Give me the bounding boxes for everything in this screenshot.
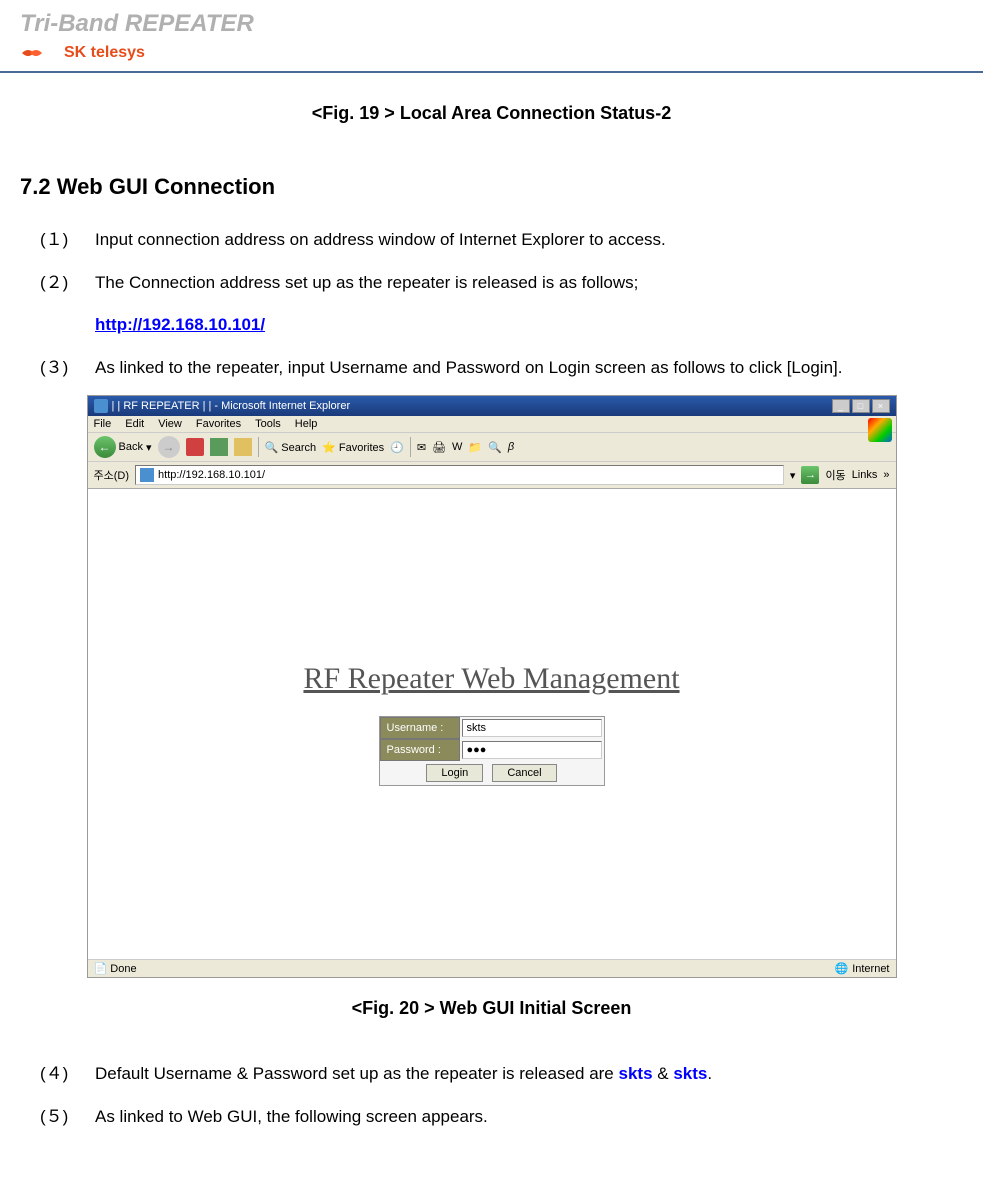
default-password: skts — [673, 1064, 707, 1083]
password-label: Password : — [380, 739, 460, 761]
sk-logo-icon — [20, 43, 60, 63]
list-num: (５) — [40, 1102, 95, 1133]
links-label[interactable]: Links — [852, 469, 878, 481]
forward-button[interactable]: → — [158, 436, 180, 458]
minimize-button[interactable]: _ — [832, 399, 850, 413]
header-title: Tri-Band REPEATER — [20, 10, 963, 38]
menu-tools[interactable]: Tools — [255, 418, 281, 430]
list-text: As linked to Web GUI, the following scre… — [95, 1102, 963, 1133]
login-buttons: Login Cancel — [380, 761, 604, 785]
fig-19-caption: <Fig. 19 > Local Area Connection Status-… — [0, 103, 983, 124]
print-icon[interactable]: 🖨 — [432, 441, 446, 454]
logo: SK telesys — [20, 43, 963, 63]
ie-app-icon — [94, 399, 108, 413]
ie-toolbar: ← Back ▾ → 🔍 Search ⭐ Favorites 🕘 ✉ 🖨 W … — [88, 433, 896, 462]
close-button[interactable]: × — [872, 399, 890, 413]
list-num: (３) — [40, 353, 95, 384]
windows-logo-icon — [868, 418, 892, 442]
page-header: Tri-Band REPEATER SK telesys — [0, 0, 983, 73]
search-label: Search — [281, 442, 316, 454]
internet-zone-icon: 🌐 — [834, 962, 848, 975]
item4-text-c: . — [707, 1064, 712, 1083]
refresh-icon[interactable] — [210, 438, 228, 456]
go-label: 이동 — [825, 467, 845, 483]
ie-addressbar: 주소(D) http://192.168.10.101/ ▾ → 이동 Link… — [88, 462, 896, 489]
toolbar-separator — [258, 437, 259, 457]
default-username: skts — [619, 1064, 653, 1083]
username-input[interactable]: skts — [462, 719, 602, 737]
menu-favorites[interactable]: Favorites — [196, 418, 241, 430]
folder-icon[interactable]: 📁 — [468, 441, 482, 454]
go-button[interactable]: → — [801, 466, 819, 484]
item4-text-a: Default Username & Password set up as th… — [95, 1064, 619, 1083]
menu-edit[interactable]: Edit — [125, 418, 144, 430]
management-title: RF Repeater Web Management — [303, 662, 679, 696]
list-item-2: (２) The Connection address set up as the… — [20, 268, 963, 299]
ie-menubar: File Edit View Favorites Tools Help — [88, 416, 896, 433]
section-7-2: 7.2 Web GUI Connection (１) Input connect… — [0, 174, 983, 1133]
favorites-button[interactable]: ⭐ Favorites — [322, 441, 384, 454]
favorites-label: Favorites — [339, 442, 384, 454]
list-text: Input connection address on address wind… — [95, 225, 963, 256]
status-done-text: Done — [110, 963, 136, 975]
history-icon[interactable]: 🕘 — [390, 441, 404, 454]
ie-statusbar: 📄 Done 🌐 Internet — [88, 959, 896, 977]
back-arrow-icon: ← — [94, 436, 116, 458]
password-row: Password : ●●● — [380, 739, 604, 761]
password-input[interactable]: ●●● — [462, 741, 602, 759]
list-num: (４) — [40, 1059, 95, 1090]
list-item-4: (４) Default Username & Password set up a… — [20, 1059, 963, 1090]
zoom-icon[interactable]: 🔍 — [488, 441, 502, 454]
fig-20-caption: <Fig. 20 > Web GUI Initial Screen — [20, 998, 963, 1019]
stop-icon[interactable] — [186, 438, 204, 456]
links-chevron-icon[interactable]: » — [883, 469, 889, 481]
list-num: (２) — [40, 268, 95, 299]
list-item-1: (１) Input connection address on address … — [20, 225, 963, 256]
window-buttons: _ □ × — [832, 399, 890, 413]
toolbar-separator — [410, 437, 411, 457]
ie-titlebar: | | RF REPEATER | | - Microsoft Internet… — [88, 396, 896, 416]
cancel-button[interactable]: Cancel — [492, 764, 556, 782]
list-text: The Connection address set up as the rep… — [95, 268, 963, 299]
back-label: Back — [119, 441, 143, 453]
list-text: As linked to the repeater, input Usernam… — [95, 353, 963, 384]
word-icon[interactable]: W — [452, 441, 462, 453]
status-done: 📄 Done — [94, 962, 137, 975]
ie-title-left: | | RF REPEATER | | - Microsoft Internet… — [94, 399, 351, 413]
status-right: 🌐 Internet — [834, 962, 889, 975]
menu-help[interactable]: Help — [295, 418, 318, 430]
list-num: (１) — [40, 225, 95, 256]
chevron-down-icon: ▾ — [146, 441, 152, 454]
menu-file[interactable]: File — [94, 418, 112, 430]
section-heading: 7.2 Web GUI Connection — [20, 174, 963, 200]
list-item-3: (３) As linked to the repeater, input Use… — [20, 353, 963, 384]
item4-text-b: & — [653, 1064, 674, 1083]
status-internet: Internet — [852, 963, 889, 975]
login-box: Username : skts Password : ●●● Login Can… — [379, 716, 605, 786]
page-icon — [140, 468, 154, 482]
mail-icon[interactable]: ✉ — [417, 441, 426, 454]
ie-content-area: RF Repeater Web Management Username : sk… — [88, 489, 896, 959]
beta-icon[interactable]: β — [508, 441, 514, 453]
back-button[interactable]: ← Back ▾ — [94, 436, 152, 458]
address-url: http://192.168.10.101/ — [158, 469, 265, 481]
list-item-2-link-row: http://192.168.10.101/ — [20, 310, 963, 341]
home-icon[interactable] — [234, 438, 252, 456]
address-label: 주소(D) — [94, 467, 130, 483]
connection-url-link[interactable]: http://192.168.10.101/ — [95, 315, 265, 334]
ie-screenshot: | | RF REPEATER | | - Microsoft Internet… — [87, 395, 897, 978]
ie-window-title: | | RF REPEATER | | - Microsoft Internet… — [112, 400, 351, 412]
address-input[interactable]: http://192.168.10.101/ — [135, 465, 784, 485]
login-button[interactable]: Login — [426, 764, 483, 782]
list-text: Default Username & Password set up as th… — [95, 1059, 963, 1090]
username-row: Username : skts — [380, 717, 604, 739]
logo-text: SK telesys — [64, 44, 145, 62]
list-item-5: (５) As linked to Web GUI, the following … — [20, 1102, 963, 1133]
address-dropdown-icon[interactable]: ▾ — [790, 469, 796, 482]
maximize-button[interactable]: □ — [852, 399, 870, 413]
menu-view[interactable]: View — [158, 418, 182, 430]
search-button[interactable]: 🔍 Search — [265, 441, 317, 454]
username-label: Username : — [380, 717, 460, 739]
